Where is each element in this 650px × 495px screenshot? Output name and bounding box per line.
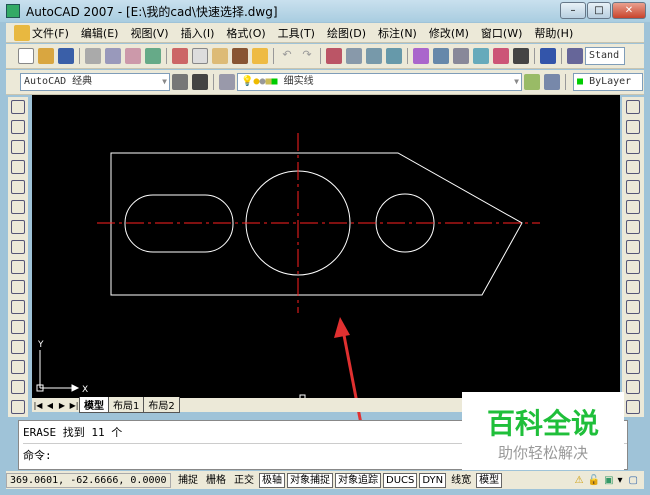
- watermark: 百科全说 助你轻松解决: [462, 392, 624, 470]
- coordinate-readout: 369.0601, -62.6666, 0.0000: [6, 472, 171, 488]
- grid-toggle[interactable]: 栅格: [203, 473, 229, 488]
- ortho-toggle[interactable]: 正交: [231, 473, 257, 488]
- tab-layout1[interactable]: 布局1: [108, 397, 145, 413]
- status-menu-arrow-icon[interactable]: ▾: [618, 475, 623, 486]
- ucs-x-label: X: [82, 385, 88, 395]
- next-tab-button[interactable]: ▶: [56, 401, 68, 410]
- lineweight-toggle[interactable]: 线宽: [448, 473, 474, 488]
- dyn-toggle[interactable]: DYN: [419, 472, 447, 488]
- model-toggle[interactable]: 模型: [476, 472, 503, 488]
- watermark-title: 百科全说: [486, 407, 599, 440]
- tab-model[interactable]: 模型: [79, 397, 109, 413]
- tray-settings-icon[interactable]: ▣: [604, 475, 613, 486]
- status-bar: 369.0601, -62.6666, 0.0000 捕捉 栅格 正交 极轴 对…: [6, 471, 644, 489]
- polar-toggle[interactable]: 极轴: [259, 472, 285, 488]
- communication-icon[interactable]: ⚠: [575, 475, 584, 486]
- snap-toggle[interactable]: 捕捉: [175, 473, 201, 488]
- prev-tab-button[interactable]: ◀: [44, 401, 56, 410]
- layout-tabs: |◀ ◀ ▶ ▶| 模型 布局1 布局2: [32, 397, 462, 413]
- clean-screen-icon[interactable]: ▢: [629, 475, 638, 486]
- watermark-subtitle: 助你轻松解决: [497, 444, 588, 462]
- first-tab-button[interactable]: |◀: [32, 401, 44, 410]
- tab-layout2[interactable]: 布局2: [143, 397, 180, 413]
- lock-icon[interactable]: 🔓: [588, 475, 600, 486]
- otrack-toggle[interactable]: 对象追踪: [335, 472, 381, 488]
- osnap-toggle[interactable]: 对象捕捉: [287, 472, 333, 488]
- ucs-y-label: Y: [37, 340, 44, 350]
- ucs-icon: [36, 350, 80, 392]
- ducs-toggle[interactable]: DUCS: [383, 472, 418, 488]
